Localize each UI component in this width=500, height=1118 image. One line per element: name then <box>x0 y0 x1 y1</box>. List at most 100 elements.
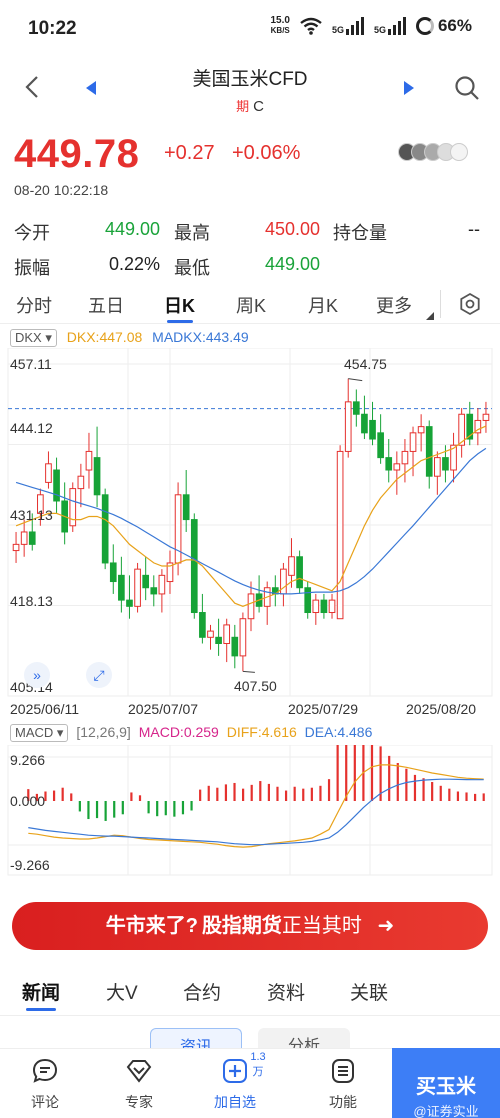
dkx-value: DKX:447.08 <box>66 329 143 345</box>
stat-high-value: 450.00 <box>264 219 320 239</box>
tab-related[interactable]: 关联 <box>350 978 388 1005</box>
period-tabs: 分时 五日 日K 周K 月K 更多 <box>0 284 500 324</box>
next-instrument-icon[interactable] <box>402 80 416 96</box>
candle-body <box>482 413 490 421</box>
tab-daily-k[interactable]: 日K <box>164 292 195 318</box>
tab-divider <box>440 290 441 318</box>
candle-body <box>288 556 295 576</box>
chart-frame <box>7 348 493 697</box>
candle-body <box>344 401 352 452</box>
comment-icon <box>32 1058 58 1083</box>
active-tab-indicator <box>26 1008 56 1011</box>
follower-avatars[interactable] <box>398 143 468 161</box>
tab-monthly-k[interactable]: 月K <box>308 292 338 318</box>
nav-add-watchlist[interactable]: 加自选 1.3万 <box>200 1051 270 1112</box>
arrow-right-icon: ➜ <box>377 915 395 937</box>
menu-icon <box>332 1059 354 1083</box>
last-price: 449.78 <box>14 132 140 176</box>
candle-body <box>361 413 368 434</box>
tab-bigv[interactable]: 大V <box>106 978 138 1005</box>
y-tick: 431.13 <box>10 507 53 523</box>
low-marker-label: 407.50 <box>234 678 277 694</box>
candle-body <box>385 457 393 471</box>
candle-body <box>352 401 360 415</box>
promo-banner[interactable]: 牛市来了? 股指期货正当其时 ➜ <box>12 902 488 950</box>
tab-five-day[interactable]: 五日 <box>88 292 124 318</box>
tab-weekly-k[interactable]: 周K <box>236 292 266 318</box>
active-tab-indicator <box>167 320 193 323</box>
stat-oi-value: -- <box>468 219 480 239</box>
fullscreen-icon[interactable]: ⤢ <box>86 662 112 688</box>
candle-body <box>336 450 344 620</box>
expand-chart-icon[interactable]: » <box>24 662 50 688</box>
stat-amplitude-value: 0.22% <box>108 254 160 274</box>
stat-low-value: 449.00 <box>264 254 320 274</box>
candle-body <box>77 475 85 490</box>
candle-body <box>53 469 60 502</box>
main-indicator-select[interactable]: DKX ▾ <box>10 329 57 347</box>
tab-news[interactable]: 新闻 <box>22 978 60 1005</box>
nav-function[interactable]: 功能 <box>308 1057 378 1112</box>
tab-info[interactable]: 资料 <box>267 978 305 1005</box>
macd-legend: MACD ▾ [12,26,9] MACD:0.259 DIFF:4.616 D… <box>10 724 372 742</box>
sub-indicator-select[interactable]: MACD ▾ <box>10 724 69 742</box>
x-tick: 2025/08/20 <box>406 701 477 717</box>
candle-body <box>296 556 303 589</box>
candle-body <box>199 612 206 638</box>
status-icons: 15.0 KB/S 5G 5G 66% <box>270 16 472 36</box>
candle-body <box>369 419 376 440</box>
macd-value: MACD:0.259 <box>138 724 219 740</box>
nav-expert[interactable]: 专家 <box>104 1057 174 1112</box>
diamond-icon <box>126 1060 152 1083</box>
instrument-header: 美国玉米CFD 期C <box>0 60 500 120</box>
candle-body <box>401 450 409 465</box>
stat-open-value: 449.00 <box>104 219 160 239</box>
buy-button[interactable]: 买玉米 @证券实业 <box>392 1048 500 1118</box>
high-marker-label: 454.75 <box>344 356 387 372</box>
signal-2-icon: 5G <box>374 17 406 35</box>
tab-intraday[interactable]: 分时 <box>16 292 52 318</box>
candle-body <box>85 450 93 471</box>
candle-body <box>109 562 117 583</box>
tab-contract[interactable]: 合约 <box>183 978 221 1005</box>
y-tick: 444.12 <box>10 420 53 436</box>
price-change-pct: +0.06% <box>232 142 301 164</box>
candle-body <box>126 599 133 607</box>
stat-high-label: 最高 <box>174 223 210 243</box>
candle-body <box>93 457 101 496</box>
candle-body <box>158 574 166 595</box>
tab-more[interactable]: 更多 <box>376 292 412 318</box>
dea-value: DEA:4.486 <box>304 724 373 740</box>
stat-amplitude-label: 振幅 <box>14 258 50 278</box>
status-time: 10:22 <box>28 18 77 39</box>
candle-body <box>304 587 312 614</box>
search-icon[interactable] <box>454 75 480 101</box>
candle-body <box>442 457 449 471</box>
candle-body <box>45 463 52 483</box>
candle-body <box>207 630 214 638</box>
macd-chart[interactable] <box>0 745 500 877</box>
candle-body <box>239 618 247 657</box>
macd-y-tick: -9.266 <box>10 857 50 873</box>
candle-body <box>182 494 190 521</box>
macd-y-tick: 9.266 <box>10 752 46 768</box>
candle-body <box>377 432 384 459</box>
futures-badge: 期 <box>236 99 250 114</box>
settings-icon[interactable] <box>458 292 482 316</box>
battery-indicator: 66% <box>415 16 472 36</box>
candle-body <box>190 519 198 614</box>
candlestick-chart[interactable] <box>0 348 500 698</box>
net-speed: 15.0 KB/S <box>270 15 290 36</box>
macd-params: [12,26,9] <box>76 724 131 740</box>
candle-body <box>223 624 231 644</box>
candle-body <box>434 457 441 477</box>
candle-body <box>280 568 287 595</box>
diff-value: DIFF:4.616 <box>226 724 297 740</box>
y-tick: 457.11 <box>10 356 52 372</box>
add-icon <box>223 1059 247 1083</box>
x-tick: 2025/07/29 <box>288 701 359 717</box>
candle-body <box>20 531 28 545</box>
stat-oi-label: 持仓量 <box>333 223 387 243</box>
stat-low-label: 最低 <box>174 258 210 278</box>
nav-comment[interactable]: 评论 <box>10 1057 80 1112</box>
